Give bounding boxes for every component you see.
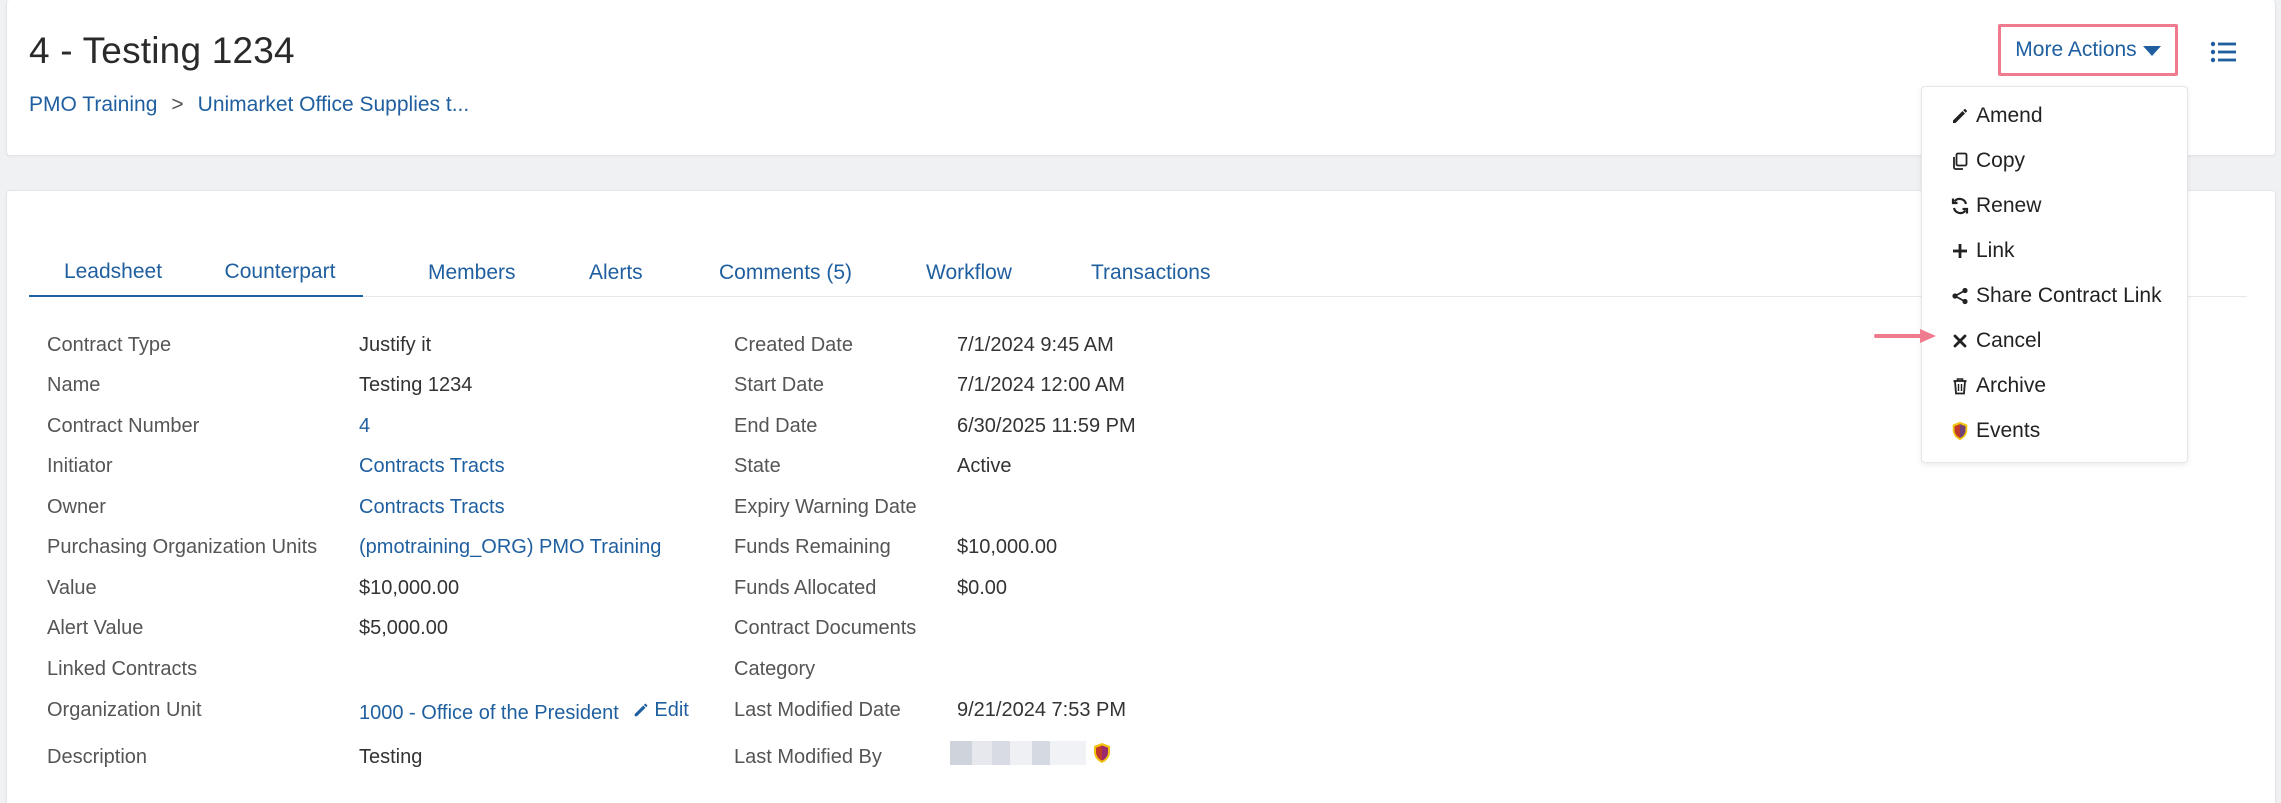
refresh-icon [1951,197,1969,215]
field-label: Organization Unit [47,699,202,721]
tab-bar: Leadsheet Counterpart Members Alerts Com… [29,248,2247,297]
field-label: Name [47,374,101,396]
breadcrumb: PMO Training > Unimarket Office Supplies… [29,93,469,117]
last-modified-date-value: 9/21/2024 7:53 PM [957,699,1127,721]
tab-leadsheet[interactable]: Leadsheet [29,248,197,297]
pencil-icon [1953,109,1967,123]
field-label: End Date [734,415,818,437]
field-label: Value [47,577,97,599]
breadcrumb-item-contract[interactable]: Unimarket Office Supplies t... [198,93,470,117]
field-label: Funds Allocated [734,577,877,599]
field-label: State [734,455,781,477]
field-label: Initiator [47,455,113,477]
description-value: Testing [359,746,423,768]
start-date-value: 7/1/2024 12:00 AM [957,374,1125,396]
field-label: Funds Remaining [734,536,891,558]
tab-workflow[interactable]: Workflow [926,248,1012,297]
field-label: Owner [47,496,106,518]
plus-icon [1953,244,1967,258]
more-actions-menu: Amend Copy Renew Link Share Contract Lin… [1921,86,2188,463]
menu-item-copy[interactable]: Copy [1950,145,2025,177]
tab-members[interactable]: Members [428,248,516,297]
initiator-link[interactable]: Contracts Tracts [359,452,505,480]
tab-comments[interactable]: Comments (5) [719,248,852,297]
edit-label: Edit [654,699,689,721]
menu-item-renew[interactable]: Renew [1950,190,2041,222]
field-label: Purchasing Organization Units [47,536,318,558]
organization-unit-row: 1000 - Office of the President Edit [359,696,689,724]
more-actions-button[interactable]: More Actions [1998,24,2178,76]
field-label: Expiry Warning Date [734,496,917,518]
tab-counterpart[interactable]: Counterpart [197,248,363,297]
value-value: $10,000.00 [359,577,460,599]
field-label: Alert Value [47,617,144,639]
shield-icon [1952,421,1968,441]
tab-transactions[interactable]: Transactions [1091,248,1210,297]
funds-allocated-value: $0.00 [957,577,1008,599]
list-icon[interactable] [2210,40,2236,64]
caret-down-icon [2142,46,2161,56]
field-label: Category [734,658,816,680]
menu-item-link[interactable]: Link [1950,235,2015,267]
field-label: Created Date [734,334,853,356]
share-icon [1952,287,1968,305]
organization-unit-link[interactable]: 1000 - Office of the President [359,702,619,724]
edit-organization-unit-button[interactable]: Edit [632,696,689,724]
menu-item-share-contract-link[interactable]: Share Contract Link [1950,280,2162,312]
contract-type-value: Justify it [359,334,432,356]
breadcrumb-separator: > [171,93,184,116]
state-value: Active [957,455,1012,477]
field-label: Start Date [734,374,825,396]
menu-item-amend[interactable]: Amend [1950,100,2043,132]
last-modified-by-value [950,739,1112,767]
funds-remaining-value: $10,000.00 [957,536,1058,558]
menu-item-events[interactable]: Events [1950,415,2040,447]
menu-item-archive[interactable]: Archive [1950,370,2046,402]
field-label: Description [47,746,148,768]
field-label: Last Modified By [734,746,882,768]
field-label: Contract Number [47,415,200,437]
arrow-annotation-icon [1874,329,1936,343]
trash-icon [1953,378,1967,395]
tab-alerts[interactable]: Alerts [589,248,643,297]
pencil-icon [635,703,648,717]
more-actions-label: More Actions [2015,38,2137,61]
field-label: Linked Contracts [47,658,198,680]
purchasing-org-units-link[interactable]: (pmotraining_ORG) PMO Training [359,533,661,561]
redacted-avatar [950,741,972,765]
menu-item-cancel[interactable]: Cancel [1950,325,2041,357]
contract-number-link[interactable]: 4 [359,412,370,440]
name-value: Testing 1234 [359,374,473,396]
field-label: Contract Type [47,334,172,356]
copy-icon [1953,152,1968,170]
created-date-value: 7/1/2024 9:45 AM [957,334,1114,356]
owner-link[interactable]: Contracts Tracts [359,493,505,521]
shield-icon[interactable] [1092,742,1112,764]
breadcrumb-item-pmo-training[interactable]: PMO Training [29,93,157,117]
page-title: 4 - Testing 1234 [29,30,295,71]
alert-value-value: $5,000.00 [359,617,448,639]
field-label: Contract Documents [734,617,917,639]
end-date-value: 6/30/2025 11:59 PM [957,415,1136,437]
close-icon [1953,334,1967,348]
field-label: Last Modified Date [734,699,901,721]
